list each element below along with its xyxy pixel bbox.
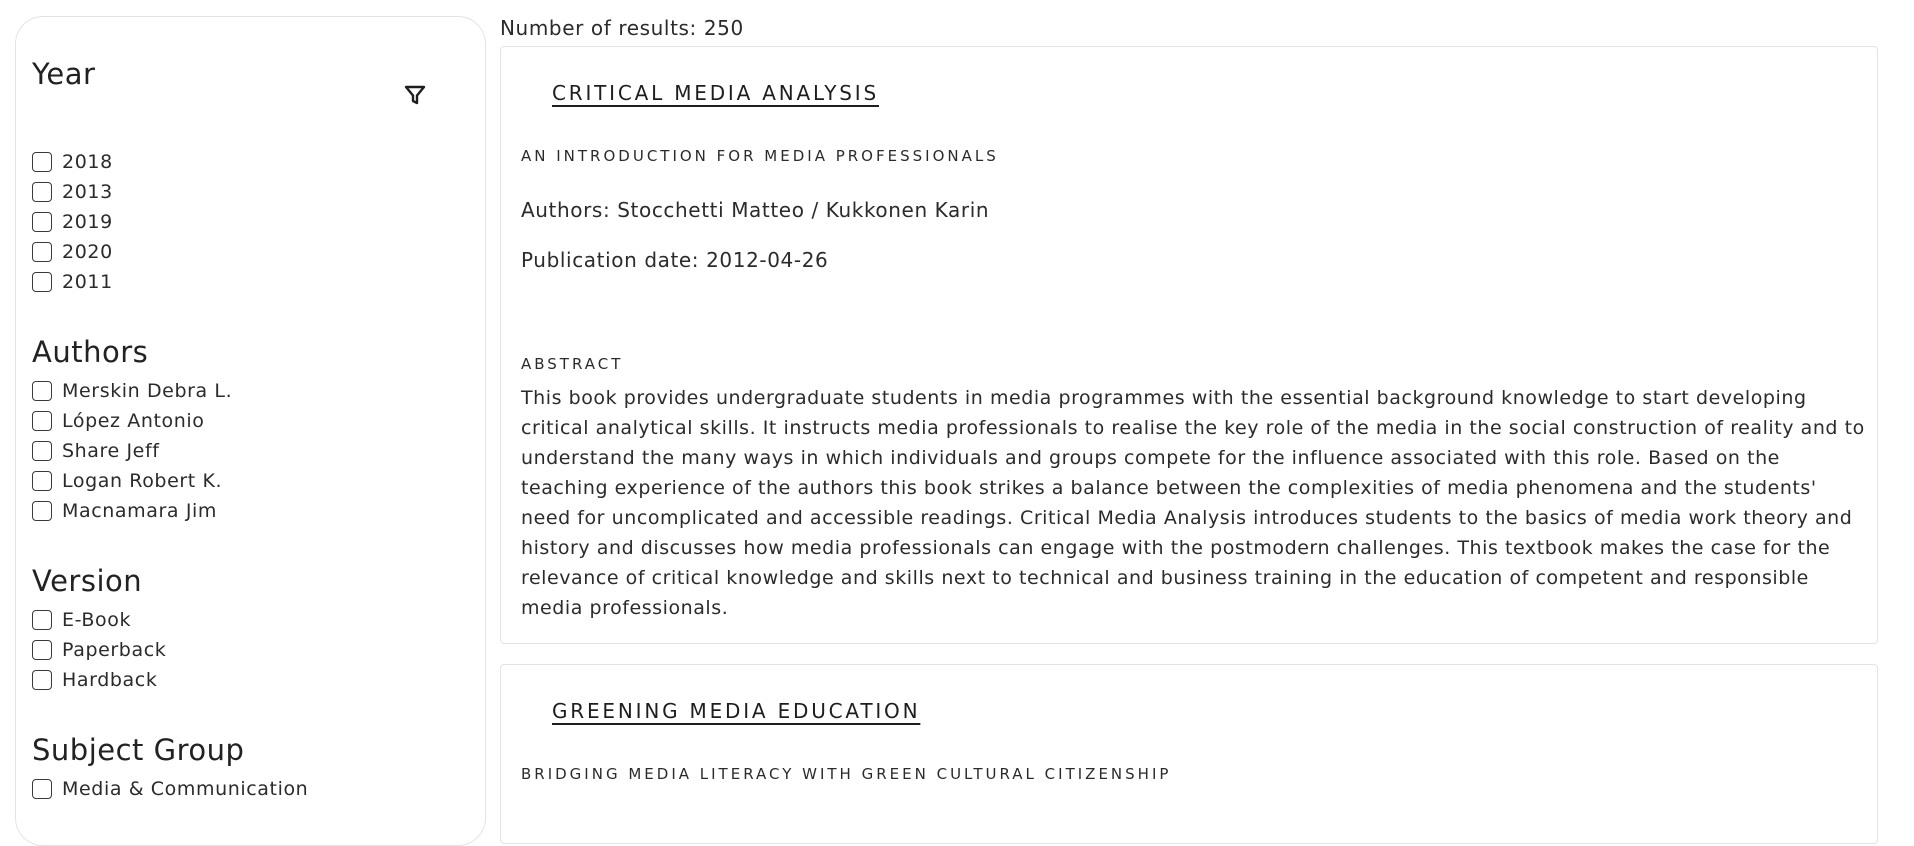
- author-option[interactable]: Macnamara Jim: [32, 496, 469, 526]
- version-option-label: Paperback: [62, 639, 167, 661]
- checkbox[interactable]: [32, 381, 52, 401]
- year-facet-title: Year: [32, 57, 96, 91]
- version-options: E-Book Paperback Hardback: [32, 605, 469, 695]
- year-option-label: 2019: [62, 211, 113, 233]
- checkbox[interactable]: [32, 272, 52, 292]
- version-option[interactable]: E-Book: [32, 605, 469, 635]
- checkbox[interactable]: [32, 779, 52, 799]
- checkbox[interactable]: [32, 501, 52, 521]
- checkbox[interactable]: [32, 212, 52, 232]
- year-option[interactable]: 2018: [32, 147, 469, 177]
- result-authors: Authors: Stocchetti Matteo / Kukkonen Ka…: [521, 198, 990, 222]
- year-option[interactable]: 2019: [32, 207, 469, 237]
- year-options: 2018 2013 2019 2020 2011: [32, 147, 469, 297]
- version-option[interactable]: Paperback: [32, 635, 469, 665]
- filter-icon[interactable]: [403, 83, 427, 107]
- checkbox[interactable]: [32, 242, 52, 262]
- year-facet-header: Year: [32, 17, 469, 147]
- checkbox[interactable]: [32, 441, 52, 461]
- result-card: CRITICAL MEDIA ANALYSIS AN INTRODUCTION …: [500, 46, 1878, 644]
- year-option-label: 2013: [62, 181, 113, 203]
- author-option-label: López Antonio: [62, 410, 205, 432]
- authors-options: Merskin Debra L. López Antonio Share Jef…: [32, 376, 469, 526]
- author-option-label: Merskin Debra L.: [62, 380, 233, 402]
- year-option-label: 2018: [62, 151, 113, 173]
- abstract-label: ABSTRACT: [521, 355, 624, 373]
- checkbox[interactable]: [32, 610, 52, 630]
- result-title-link[interactable]: CRITICAL MEDIA ANALYSIS: [552, 81, 879, 105]
- author-option[interactable]: López Antonio: [32, 406, 469, 436]
- author-option-label: Macnamara Jim: [62, 500, 218, 522]
- subject-group-facet: Subject Group Media & Communication: [32, 733, 469, 804]
- version-facet-title: Version: [32, 564, 143, 598]
- authors-facet-title: Authors: [32, 335, 149, 369]
- result-title-link[interactable]: GREENING MEDIA EDUCATION: [552, 699, 920, 723]
- checkbox[interactable]: [32, 471, 52, 491]
- year-option[interactable]: 2020: [32, 237, 469, 267]
- subject-group-option-label: Media & Communication: [62, 778, 309, 800]
- abstract-text: This book provides undergraduate student…: [521, 387, 1865, 619]
- result-publication-date: Publication date: 2012-04-26: [521, 248, 829, 272]
- author-option[interactable]: Share Jeff: [32, 436, 469, 466]
- version-option[interactable]: Hardback: [32, 665, 469, 695]
- page-scrollbar[interactable]: [1898, 0, 1914, 802]
- results-count: Number of results: 250: [500, 16, 744, 40]
- checkbox[interactable]: [32, 152, 52, 172]
- version-facet: Version E-Book Paperback Hardback: [32, 564, 469, 695]
- result-subtitle: AN INTRODUCTION FOR MEDIA PROFESSIONALS: [521, 147, 999, 165]
- checkbox[interactable]: [32, 182, 52, 202]
- year-option-label: 2011: [62, 271, 113, 293]
- year-option[interactable]: 2011: [32, 267, 469, 297]
- checkbox[interactable]: [32, 411, 52, 431]
- author-option[interactable]: Logan Robert K.: [32, 466, 469, 496]
- filter-sidebar: Year 2018 2013 2019 2020 2011 Authors Me…: [15, 16, 486, 846]
- author-option-label: Share Jeff: [62, 440, 160, 462]
- year-option-label: 2020: [62, 241, 113, 263]
- version-option-label: E-Book: [62, 609, 132, 631]
- checkbox[interactable]: [32, 670, 52, 690]
- subject-group-facet-title: Subject Group: [32, 733, 245, 767]
- authors-facet: Authors Merskin Debra L. López Antonio S…: [32, 335, 469, 526]
- subject-group-option[interactable]: Media & Communication: [32, 774, 469, 804]
- result-card: GREENING MEDIA EDUCATION BRIDGING MEDIA …: [500, 664, 1878, 844]
- result-subtitle: BRIDGING MEDIA LITERACY WITH GREEN CULTU…: [521, 765, 1172, 783]
- subject-group-options: Media & Communication: [32, 774, 469, 804]
- author-option[interactable]: Merskin Debra L.: [32, 376, 469, 406]
- version-option-label: Hardback: [62, 669, 158, 691]
- year-option[interactable]: 2013: [32, 177, 469, 207]
- checkbox[interactable]: [32, 640, 52, 660]
- author-option-label: Logan Robert K.: [62, 470, 223, 492]
